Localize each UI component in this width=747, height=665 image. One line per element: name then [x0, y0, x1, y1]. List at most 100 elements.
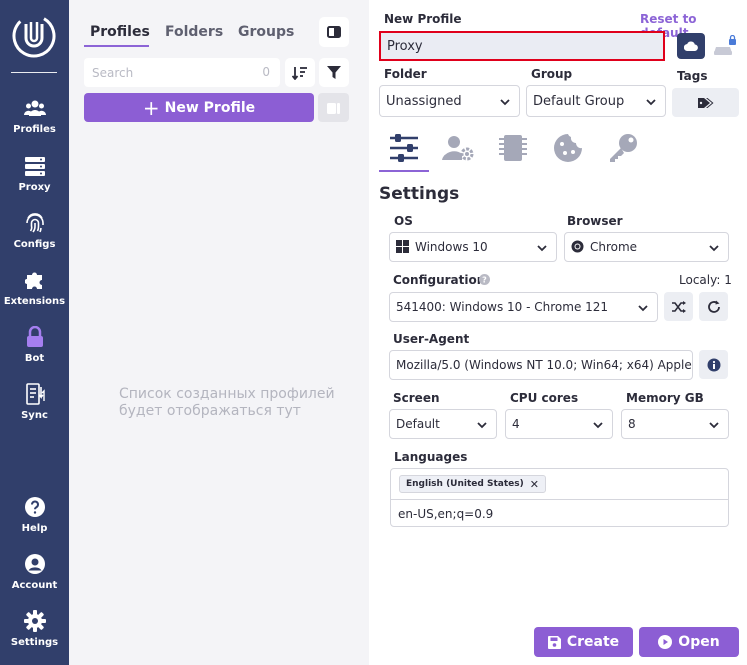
group-label: Group — [531, 67, 573, 81]
browser-value: Chrome — [590, 240, 638, 254]
user-agent-info-button[interactable] — [699, 350, 728, 379]
fingerprint-icon — [23, 211, 47, 235]
folder-value: Unassigned — [386, 93, 462, 109]
create-button[interactable]: Create — [534, 627, 633, 657]
browser-label: Browser — [567, 214, 623, 228]
sidebar-item-label: Extensions — [3, 296, 66, 307]
cpu-cores-select[interactable]: 4 — [505, 409, 613, 439]
account-icon — [23, 552, 47, 576]
chrome-icon — [571, 240, 585, 254]
screen-select[interactable]: Default — [389, 409, 497, 439]
new-profile-button[interactable]: + New Profile — [84, 93, 314, 122]
memory-select[interactable]: 8 — [621, 409, 729, 439]
shuffle-configuration-button[interactable] — [664, 292, 693, 321]
cpu-cores-value: 4 — [512, 417, 520, 431]
local-storage-button[interactable] — [710, 33, 740, 59]
toggle-panel-button[interactable] — [319, 17, 349, 47]
configuration-value: 541400: Windows 10 - Chrome 121 — [396, 300, 609, 314]
os-label: OS — [394, 214, 413, 228]
sidebar-item-sync[interactable]: Sync — [0, 382, 69, 432]
windows-icon — [396, 240, 410, 254]
cloud-storage-button[interactable] — [677, 33, 705, 59]
language-chip-label: English (United States) — [406, 479, 524, 489]
localy-count: Localy: 1 — [679, 273, 732, 287]
save-icon — [547, 635, 561, 649]
sidebar-item-profiles[interactable]: Profiles — [0, 96, 69, 146]
users-icon — [23, 96, 47, 120]
memory-chip-icon — [499, 135, 527, 161]
bulk-action-button[interactable] — [318, 93, 349, 122]
filter-button[interactable] — [319, 58, 349, 87]
refresh-configuration-button[interactable] — [699, 292, 728, 321]
screen-value: Default — [396, 417, 440, 431]
sidebar-item-label: Help — [21, 523, 48, 534]
user-agent-input[interactable] — [390, 351, 692, 379]
tags-icon — [697, 97, 713, 108]
browser-select[interactable]: Chrome — [564, 232, 729, 262]
active-category-indicator — [379, 170, 429, 172]
sidebar-item-label: Bot — [24, 353, 45, 364]
app-logo-icon — [12, 14, 56, 58]
group-value: Default Group — [533, 93, 625, 109]
sidebar-item-extensions[interactable]: Extensions — [0, 268, 69, 318]
sort-icon — [292, 66, 307, 80]
tab-profiles[interactable]: Profiles — [90, 24, 150, 40]
sidebar-item-label: Profiles — [13, 124, 56, 135]
sidebar-item-label: Settings — [10, 637, 59, 648]
sidebar-item-bot[interactable]: Bot — [0, 325, 69, 375]
os-value: Windows 10 — [415, 240, 488, 254]
tab-groups[interactable]: Groups — [238, 24, 294, 40]
info-icon — [707, 358, 720, 371]
svg-text:?: ? — [482, 276, 487, 285]
sidebar-toggle-icon — [327, 26, 341, 38]
user-agent-label: User-Agent — [393, 332, 470, 346]
search-input[interactable] — [84, 58, 254, 87]
screen-label: Screen — [393, 391, 440, 405]
tab-folders[interactable]: Folders — [165, 24, 223, 40]
shuffle-icon — [671, 300, 686, 313]
open-label: Open — [678, 634, 720, 650]
profile-name-input[interactable] — [381, 33, 663, 59]
sort-button[interactable] — [285, 58, 315, 87]
configuration-select[interactable]: 541400: Windows 10 - Chrome 121 — [389, 292, 658, 322]
sidebar-item-account[interactable]: Account — [0, 552, 69, 602]
tab-settings-users[interactable] — [441, 131, 475, 165]
group-select[interactable]: Default Group — [526, 85, 666, 117]
cookie-icon — [554, 134, 582, 162]
gear-icon — [23, 609, 47, 633]
server-icon — [23, 154, 47, 178]
profile-count: 0 — [262, 65, 270, 79]
open-button[interactable]: Open — [639, 627, 739, 657]
tab-settings-cookies[interactable] — [551, 131, 585, 165]
languages-field[interactable]: English (United States) ✕ en-US,en;q=0.9 — [390, 468, 729, 527]
chevron-down-icon — [638, 305, 648, 312]
memory-label: Memory GB — [626, 391, 704, 405]
sidebar-item-proxy[interactable]: Proxy — [0, 154, 69, 204]
memory-value: 8 — [628, 417, 636, 431]
active-tab-indicator — [84, 45, 149, 47]
cpu-cores-label: CPU cores — [510, 391, 579, 405]
sidebar-item-label: Account — [11, 580, 58, 591]
profile-name-field — [379, 31, 665, 61]
os-select[interactable]: Windows 10 — [389, 232, 557, 262]
tags-button[interactable] — [672, 88, 739, 117]
tab-settings-general[interactable] — [387, 131, 421, 165]
tab-settings-keys[interactable] — [606, 131, 640, 165]
copy-icon — [326, 102, 340, 114]
close-icon[interactable]: ✕ — [530, 478, 539, 491]
search-box: 0 — [84, 58, 280, 87]
sidebar-item-configs[interactable]: Configs — [0, 211, 69, 261]
tab-settings-hardware[interactable] — [496, 131, 530, 165]
folder-label: Folder — [384, 67, 427, 81]
configuration-label: Configuration — [393, 273, 486, 287]
sidebar-item-settings[interactable]: Settings — [0, 609, 69, 659]
chevron-down-icon — [646, 99, 656, 106]
chevron-down-icon — [477, 422, 487, 429]
user-agent-field — [389, 350, 693, 380]
play-icon — [658, 635, 673, 649]
settings-section-title: Settings — [379, 184, 460, 204]
folder-select[interactable]: Unassigned — [379, 85, 520, 117]
help-circle-icon[interactable]: ? — [479, 274, 490, 285]
sidebar-item-help[interactable]: Help — [0, 495, 69, 545]
plus-icon: + — [142, 95, 160, 120]
